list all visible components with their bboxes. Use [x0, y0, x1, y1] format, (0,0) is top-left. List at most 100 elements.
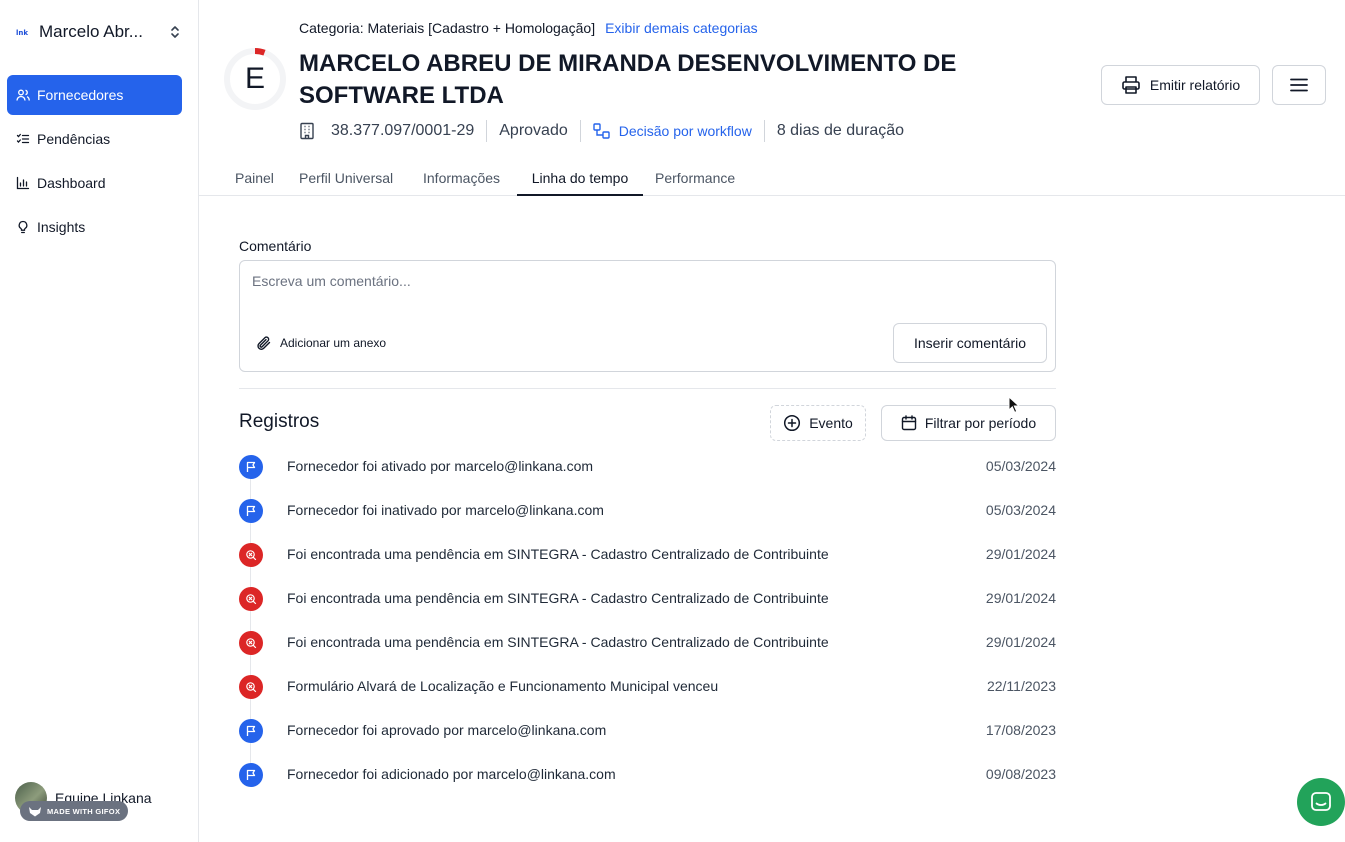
- timeline-row: Foi encontrada uma pendência em SINTEGRA…: [239, 543, 1056, 567]
- timeline-text: Foi encontrada uma pendência em SINTEGRA…: [287, 546, 829, 562]
- sidebar: lnk Marcelo Abr... Fornecedores Pendênci…: [0, 0, 199, 842]
- timeline-row: Fornecedor foi ativado por marcelo@linka…: [239, 455, 1056, 479]
- comment-input[interactable]: [252, 273, 1032, 289]
- filter-period-label: Filtrar por período: [924, 415, 1037, 431]
- building-icon: [300, 122, 314, 140]
- status-badge: Aprovado: [499, 122, 568, 139]
- timeline-text: Formulário Alvará de Localização e Funci…: [287, 678, 719, 694]
- timeline-date: 17/08/2023: [985, 722, 1056, 738]
- tab-performance[interactable]: Performance: [655, 165, 735, 196]
- show-categories-link[interactable]: Exibir demais categorias: [605, 20, 758, 36]
- workflow-decision-link[interactable]: Decisão por workflow: [593, 123, 752, 139]
- flag-icon: [239, 455, 263, 479]
- alert-search-icon: [239, 675, 263, 699]
- flag-icon: [239, 719, 263, 743]
- workflow-decision-label: Decisão por workflow: [618, 123, 752, 139]
- timeline-date: 05/03/2024: [985, 458, 1056, 474]
- timeline-row: Formulário Alvará de Localização e Funci…: [239, 675, 1056, 699]
- filter-period-button[interactable]: Filtrar por período: [881, 405, 1056, 441]
- alert-search-icon: [239, 543, 263, 567]
- insert-comment-button[interactable]: Inserir comentário: [893, 323, 1047, 363]
- timeline-row: Fornecedor foi adicionado por marcelo@li…: [239, 763, 1056, 787]
- timeline-date: 29/01/2024: [985, 634, 1056, 650]
- chat-support-button[interactable]: [1297, 778, 1345, 826]
- gifox-watermark: MADE WITH GIFOX: [20, 801, 129, 821]
- comment-box: Adicionar um anexo Inserir comentário: [239, 260, 1056, 372]
- sidebar-item-label: Insights: [37, 219, 86, 235]
- workspace-logo-icon: lnk: [16, 25, 30, 39]
- sidebar-item-pendencias[interactable]: Pendências: [7, 119, 182, 159]
- tab-informacoes[interactable]: Informações: [423, 165, 500, 196]
- chat-icon: [1311, 792, 1331, 811]
- chevron-up-down-icon: [168, 25, 182, 39]
- timeline-row: Foi encontrada uma pendência em SINTEGRA…: [239, 587, 1056, 611]
- lightbulb-icon: [16, 220, 30, 234]
- score-letter: E: [244, 62, 265, 95]
- timeline-text: Foi encontrada uma pendência em SINTEGRA…: [287, 590, 829, 606]
- svg-text:lnk: lnk: [16, 29, 28, 37]
- timeline-row: Foi encontrada uma pendência em SINTEGRA…: [239, 631, 1056, 655]
- emit-report-button[interactable]: Emitir relatório: [1101, 65, 1260, 105]
- add-event-button[interactable]: Evento: [770, 405, 866, 441]
- tab-bar: Painel Perfil Universal Informações Linh…: [199, 165, 1345, 196]
- add-event-label: Evento: [809, 415, 853, 431]
- tab-linha-do-tempo[interactable]: Linha do tempo: [517, 165, 643, 196]
- workspace-switcher[interactable]: lnk Marcelo Abr...: [16, 18, 182, 46]
- sidebar-item-label: Pendências: [37, 131, 111, 147]
- timeline-text: Fornecedor foi inativado por marcelo@lin…: [287, 502, 604, 518]
- menu-button[interactable]: [1272, 65, 1326, 105]
- timeline-date: 09/08/2023: [985, 766, 1056, 782]
- users-icon: [16, 88, 30, 102]
- timeline-row: Fornecedor foi inativado por marcelo@lin…: [239, 499, 1056, 523]
- category-line: Categoria: Materiais [Cadastro + Homolog…: [299, 20, 758, 36]
- workspace-name: Marcelo Abr...: [39, 22, 143, 41]
- cnpj-text: 38.377.097/0001-29: [331, 122, 475, 139]
- timeline-text: Fornecedor foi adicionado por marcelo@li…: [287, 766, 616, 782]
- section-divider: [239, 388, 1056, 389]
- tab-perfil-universal[interactable]: Perfil Universal: [299, 165, 393, 196]
- timeline-date: 29/01/2024: [985, 546, 1056, 562]
- page-title: MARCELO ABREU DE MIRANDA DESENVOLVIMENTO…: [299, 50, 957, 109]
- calendar-icon: [901, 415, 917, 431]
- sidebar-nav: Fornecedores Pendências Dashboard Insigh…: [7, 75, 182, 251]
- timeline-text: Fornecedor foi aprovado por marcelo@link…: [287, 722, 607, 738]
- comment-label: Comentário: [239, 238, 312, 254]
- divider: [763, 120, 765, 142]
- alert-search-icon: [239, 587, 263, 611]
- fox-icon: [29, 806, 41, 816]
- timeline-date: 22/11/2023: [986, 678, 1056, 694]
- hamburger-menu-icon: [1290, 78, 1308, 92]
- sidebar-item-insights[interactable]: Insights: [7, 207, 182, 247]
- mouse-cursor-icon: [1008, 396, 1020, 413]
- category-text: Categoria: Materiais [Cadastro + Homolog…: [299, 20, 596, 36]
- add-attachment-button[interactable]: Adicionar um anexo: [256, 335, 386, 351]
- sidebar-item-dashboard[interactable]: Dashboard: [7, 163, 182, 203]
- flag-icon: [239, 499, 263, 523]
- flag-icon: [239, 763, 263, 787]
- risk-score-gauge: E: [223, 47, 287, 111]
- supplier-meta: 38.377.097/0001-29 Aprovado Decisão por …: [299, 119, 904, 143]
- add-attachment-label: Adicionar um anexo: [280, 336, 387, 350]
- alert-search-icon: [239, 631, 263, 655]
- sidebar-item-label: Fornecedores: [37, 87, 124, 103]
- list-check-icon: [16, 132, 30, 146]
- plus-circle-icon: [784, 414, 801, 432]
- emit-report-label: Emitir relatório: [1149, 77, 1241, 93]
- sidebar-item-fornecedores[interactable]: Fornecedores: [7, 75, 182, 115]
- timeline-row: Fornecedor foi aprovado por marcelo@link…: [239, 719, 1056, 743]
- records-heading: Registros: [239, 411, 320, 432]
- divider: [579, 120, 581, 142]
- sidebar-item-label: Dashboard: [37, 175, 106, 191]
- workflow-icon: [593, 123, 610, 139]
- printer-icon: [1122, 76, 1140, 94]
- paperclip-icon: [257, 336, 271, 350]
- duration-text: 8 dias de duração: [776, 122, 905, 139]
- timeline-text: Foi encontrada uma pendência em SINTEGRA…: [287, 634, 829, 650]
- divider: [486, 120, 488, 142]
- tab-painel[interactable]: Painel: [235, 165, 274, 196]
- timeline-date: 05/03/2024: [985, 502, 1056, 518]
- bar-chart-icon: [16, 176, 30, 190]
- watermark-text: MADE WITH GIFOX: [47, 806, 121, 816]
- timeline-text: Fornecedor foi ativado por marcelo@linka…: [287, 458, 594, 474]
- timeline-date: 29/01/2024: [985, 590, 1056, 606]
